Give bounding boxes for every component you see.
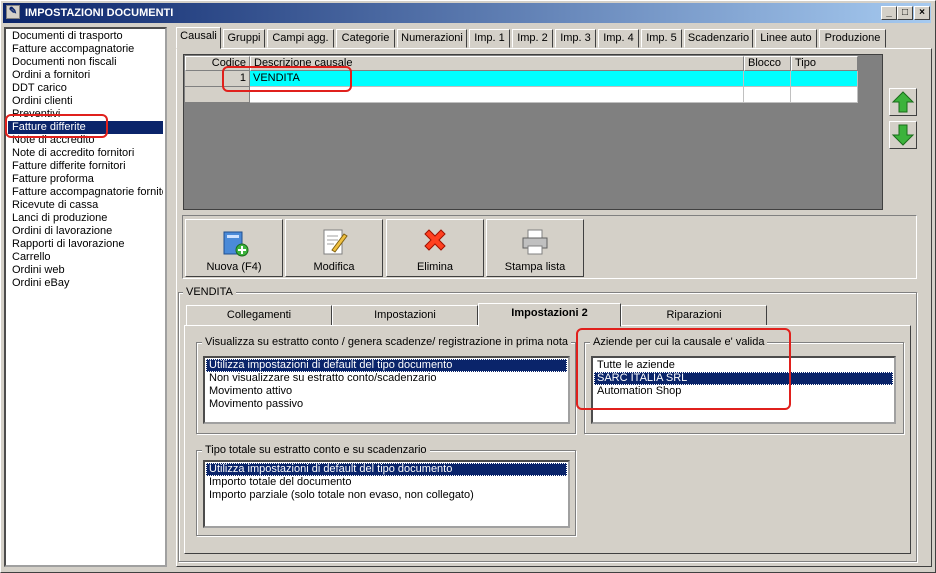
list-option[interactable]: SARC ITALIA SRL: [594, 372, 893, 385]
tab-causali[interactable]: Causali: [176, 27, 221, 49]
document-type-item[interactable]: Ricevute di cassa: [8, 199, 163, 212]
column-header-description[interactable]: Descrizione causale: [250, 56, 744, 71]
row-1-block[interactable]: [744, 71, 791, 87]
new-document-icon: [223, 231, 249, 257]
new-row-type[interactable]: [791, 87, 858, 103]
new-row-description[interactable]: [250, 87, 744, 103]
document-type-item[interactable]: Note di accredito: [8, 134, 163, 147]
list-option[interactable]: Tutte le aziende: [594, 359, 893, 372]
list-option[interactable]: Utilizza impostazioni di default del tip…: [206, 463, 567, 476]
document-type-item[interactable]: Fatture accompagnatorie: [8, 43, 163, 56]
edit-button-label: Modifica: [313, 261, 355, 273]
document-type-item[interactable]: Fatture proforma: [8, 173, 163, 186]
app-icon: ✎: [6, 5, 20, 19]
list-option[interactable]: Importo totale del documento: [206, 476, 567, 489]
tab-scadenzario[interactable]: Scadenzario: [684, 29, 753, 48]
move-down-button[interactable]: [889, 121, 917, 149]
list-option[interactable]: Movimento passivo: [206, 398, 567, 411]
statement-mode-list[interactable]: Utilizza impostazioni di default del tip…: [203, 356, 570, 424]
statement-frame-label: Visualizza su estratto conto / genera sc…: [202, 336, 571, 349]
companies-list[interactable]: Tutte le aziende SARC ITALIA SRL Automatio…: [591, 356, 896, 424]
delete-button[interactable]: Elimina: [386, 219, 484, 277]
list-option[interactable]: Automation Shop: [594, 385, 893, 398]
arrow-up-icon: [891, 91, 915, 113]
column-header-type[interactable]: Tipo: [791, 56, 858, 71]
document-type-item[interactable]: Documenti non fiscali: [8, 56, 163, 69]
action-toolbar: Nuova (F4) Modifica Elimina Stampa lista: [182, 215, 917, 279]
document-type-item[interactable]: DDT carico: [8, 82, 163, 95]
delete-x-icon: [424, 229, 446, 251]
arrow-down-icon: [891, 124, 915, 146]
tab-gruppi[interactable]: Gruppi: [223, 29, 265, 48]
row-1-description[interactable]: VENDITA: [250, 71, 744, 87]
new-button-label: Nuova (F4): [206, 261, 262, 273]
edit-document-icon: [323, 229, 348, 255]
document-type-list[interactable]: Documenti di trasporto Fatture accompagna…: [4, 27, 167, 567]
document-type-item[interactable]: Ordini di lavorazione: [8, 225, 163, 238]
new-row-selector[interactable]: [185, 87, 250, 103]
list-option[interactable]: Utilizza impostazioni di default del tip…: [206, 359, 567, 372]
tab-imp-1[interactable]: Imp. 1: [469, 29, 510, 48]
tab-produzione[interactable]: Produzione: [819, 29, 886, 48]
list-option[interactable]: Movimento attivo: [206, 385, 567, 398]
list-option[interactable]: Importo parziale (solo totale non evaso,…: [206, 489, 567, 502]
tab-categorie[interactable]: Categorie: [336, 29, 395, 48]
window-title: IMPOSTAZIONI DOCUMENTI: [25, 7, 174, 19]
detail-group-label: VENDITA: [183, 286, 236, 299]
document-type-item[interactable]: Preventivi: [8, 108, 163, 121]
maximize-button[interactable]: □: [897, 6, 913, 20]
close-button[interactable]: ×: [914, 6, 930, 20]
document-type-item[interactable]: Lanci di produzione: [8, 212, 163, 225]
tab-imp-5[interactable]: Imp. 5: [641, 29, 682, 48]
document-type-item[interactable]: Fatture accompagnatorie fornitori: [8, 186, 163, 199]
document-type-item[interactable]: Ordini eBay: [8, 277, 163, 290]
document-type-item[interactable]: Fatture differite fornitori: [8, 160, 163, 173]
new-button[interactable]: Nuova (F4): [185, 219, 283, 277]
tab-linee-auto[interactable]: Linee auto: [755, 29, 817, 48]
tab-imp-2[interactable]: Imp. 2: [512, 29, 553, 48]
document-type-item[interactable]: Ordini clienti: [8, 95, 163, 108]
total-type-list[interactable]: Utilizza impostazioni di default del tip…: [203, 460, 570, 528]
document-type-item[interactable]: Carrello: [8, 251, 163, 264]
move-up-button[interactable]: [889, 88, 917, 116]
tab-imp-3[interactable]: Imp. 3: [555, 29, 596, 48]
edit-button[interactable]: Modifica: [285, 219, 383, 277]
document-type-item[interactable]: Fatture differite: [8, 121, 163, 134]
row-1-code[interactable]: 1: [185, 71, 250, 87]
print-list-button[interactable]: Stampa lista: [486, 219, 584, 277]
new-row-block[interactable]: [744, 87, 791, 103]
tab-campi-agg[interactable]: Campi agg.: [267, 29, 334, 48]
tab-collegamenti[interactable]: Collegamenti: [186, 305, 332, 326]
tab-riparazioni[interactable]: Riparazioni: [621, 305, 767, 326]
tab-impostazioni[interactable]: Impostazioni: [332, 305, 478, 326]
column-header-block[interactable]: Blocco: [744, 56, 791, 71]
document-type-item[interactable]: Documenti di trasporto: [8, 30, 163, 43]
document-type-item[interactable]: Rapporti di lavorazione: [8, 238, 163, 251]
document-type-item[interactable]: Ordini a fornitori: [8, 69, 163, 82]
delete-button-label: Elimina: [416, 261, 454, 273]
print-list-button-label: Stampa lista: [504, 261, 566, 273]
companies-frame-label: Aziende per cui la causale e' valida: [590, 336, 768, 349]
title-bar[interactable]: ✎ IMPOSTAZIONI DOCUMENTI _ □ ×: [3, 3, 931, 23]
minimize-button[interactable]: _: [881, 6, 897, 20]
printer-icon: [522, 229, 548, 255]
column-header-code[interactable]: Codice: [185, 56, 250, 71]
tab-numerazioni[interactable]: Numerazioni: [397, 29, 467, 48]
total-frame-label: Tipo totale su estratto conto e su scade…: [202, 444, 430, 457]
row-1-type[interactable]: [791, 71, 858, 87]
causali-grid[interactable]: Codice Descrizione causale Blocco Tipo 1…: [183, 54, 883, 210]
tab-impostazioni-2[interactable]: Impostazioni 2: [478, 303, 621, 327]
document-type-item[interactable]: Note di accredito fornitori: [8, 147, 163, 160]
tab-imp-4[interactable]: Imp. 4: [598, 29, 639, 48]
list-option[interactable]: Non visualizzare su estratto conto/scade…: [206, 372, 567, 385]
document-type-item[interactable]: Ordini web: [8, 264, 163, 277]
